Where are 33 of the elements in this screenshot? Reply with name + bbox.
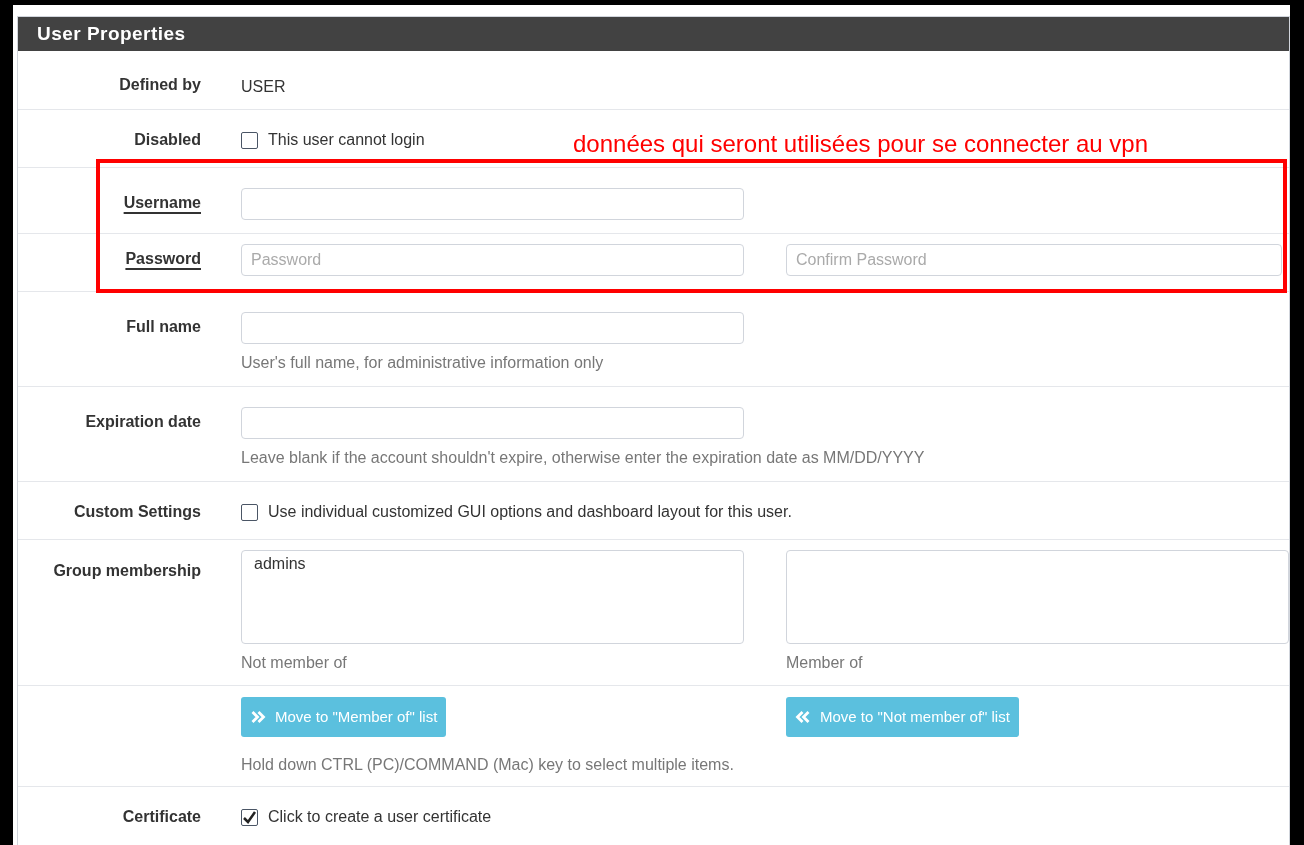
field-label: Custom Settings [73, 502, 201, 522]
checkbox-label: Click to create a user certificate [268, 807, 492, 827]
checkbox[interactable] [241, 503, 258, 521]
panel-title: User Properties [37, 21, 186, 46]
field-label: Defined by [119, 75, 201, 95]
field-value: USER [241, 78, 286, 95]
field-label: Disabled [134, 130, 201, 150]
help-text: User's full name, for administrative information only [241, 353, 605, 373]
text-field[interactable]: Confirm Password [786, 244, 1282, 276]
text-field[interactable] [241, 407, 744, 439]
field-label: Password [125, 249, 201, 269]
field-label: Expiration date [85, 412, 201, 432]
checkbox[interactable] [241, 131, 258, 149]
list-box[interactable] [786, 550, 1289, 644]
list-option[interactable]: admins [254, 554, 731, 574]
text-field[interactable] [241, 188, 744, 220]
checkbox-label: This user cannot login [268, 130, 425, 150]
text-field[interactable] [241, 312, 744, 344]
double-chevron-right-icon [250, 709, 266, 725]
list-caption: Member of [786, 653, 864, 673]
checkbox[interactable] [241, 808, 258, 826]
help-text: Hold down CTRL (PC)/COMMAND (Mac) key to select multiple items. [241, 755, 735, 775]
text-field[interactable]: Password [241, 244, 744, 276]
field-label: Username [123, 193, 201, 213]
list-caption: Not member of [241, 653, 348, 673]
list-box[interactable]: admins [241, 550, 744, 644]
double-chevron-left-icon [795, 709, 811, 725]
field-label: Group membership [53, 561, 201, 581]
checkbox-label: Use individual customized GUI options and dashboard layout for this user. [268, 502, 792, 522]
annotation-text: données qui seront utilisées pour se connecter au vpn [573, 129, 1149, 159]
help-text: Leave blank if the account shouldn't expire, otherwise enter the expiration date as MM/DD/YYYY [241, 448, 926, 468]
field-label: Certificate [122, 807, 201, 827]
field-label: Full name [126, 317, 201, 337]
